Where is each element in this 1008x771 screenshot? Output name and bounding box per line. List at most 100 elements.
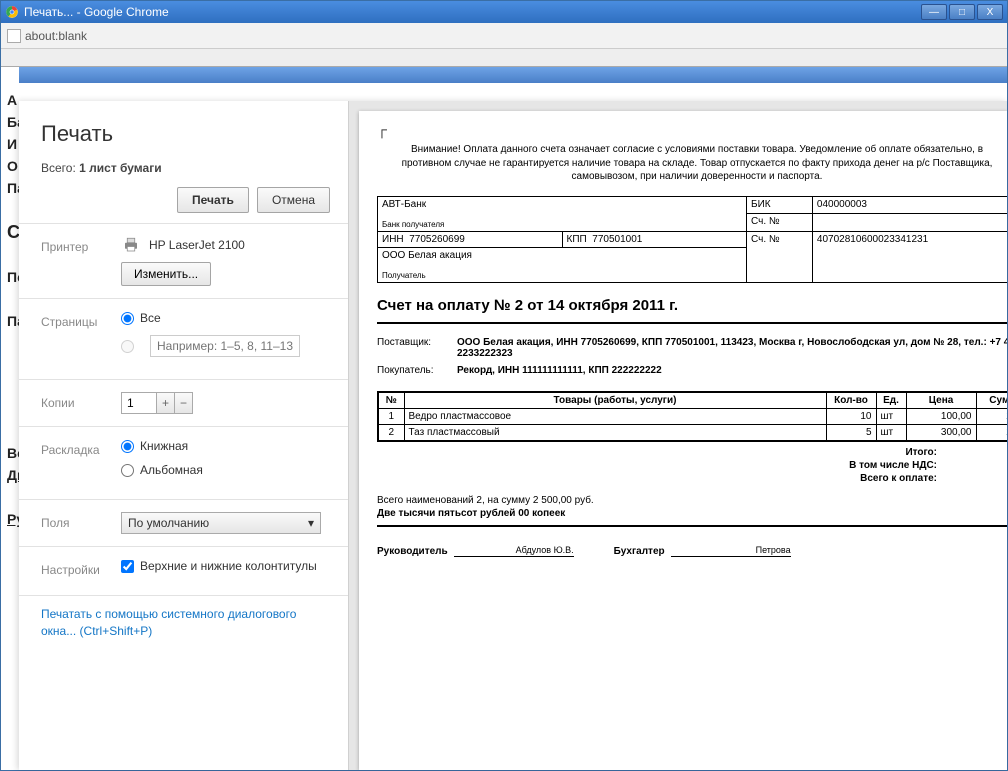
table-row: 2 Таз пластмассовый 5 шт 300,00 1 500 (378, 424, 1007, 441)
printer-name: HP LaserJet 2100 (149, 238, 245, 252)
margins-section: Поля По умолчанию ▾ (19, 499, 348, 546)
org-name: ООО Белая акация (382, 250, 742, 261)
chevron-down-icon: ▾ (308, 516, 314, 530)
kpp-value: 770501001 (592, 234, 642, 245)
minimize-button[interactable]: — (921, 4, 947, 20)
chrome-icon (5, 5, 19, 19)
inn-label: ИНН (382, 234, 404, 245)
copies-label: Копии (41, 392, 121, 410)
sign-right-name: Петрова (671, 545, 791, 557)
vsego-value: 2 500 (977, 473, 1007, 484)
layout-portrait-label: Книжная (140, 439, 188, 453)
print-dialog-overlay: Печать Всего: 1 лист бумаги Печать Отмен… (1, 67, 1007, 770)
address-url[interactable]: about:blank (25, 29, 87, 43)
pages-range-input[interactable] (150, 335, 300, 357)
nds-label: В том числе НДС: (849, 460, 937, 471)
account-value: 40702810600023341231 (812, 231, 1007, 282)
preview-column: ┌ Внимание! Оплата данного счета означае… (349, 101, 1007, 770)
col-price: Цена (906, 392, 976, 409)
headers-label: Верхние и нижние колонтитулы (140, 559, 317, 573)
itogo-value: 2 500 (977, 447, 1007, 458)
sign-left-label: Руководитель (377, 546, 448, 557)
margins-select[interactable]: По умолчанию ▾ (121, 512, 321, 534)
pages-label: Страницы (41, 311, 121, 329)
copies-decrement[interactable]: − (175, 392, 193, 414)
summary-words: Две тысячи пятьсот рублей 00 копеек (377, 508, 1007, 527)
pages-section: Страницы Все (19, 298, 348, 379)
signatures: Руководитель Абдулов Ю.В. Бухгалтер Петр… (377, 527, 1007, 557)
print-dialog-title: Печать (41, 121, 330, 147)
options-label: Настройки (41, 559, 121, 577)
total-prefix: Всего: (41, 161, 79, 175)
printer-icon (121, 236, 141, 254)
print-dialog: Печать Всего: 1 лист бумаги Печать Отмен… (19, 101, 1007, 770)
window-title: Печать... - Google Chrome (24, 5, 921, 19)
print-button[interactable]: Печать (177, 187, 249, 213)
margins-value: По умолчанию (128, 516, 209, 530)
dialog-titlebar[interactable] (19, 67, 1007, 83)
browser-viewport: АБаИОПаСПсПаВсДвРу Печать Всего: 1 лист … (1, 49, 1007, 770)
layout-portrait-radio[interactable] (121, 440, 134, 453)
bik-value: 040000003 (812, 196, 1007, 214)
page-icon (7, 29, 21, 43)
col-unit: Ед. (876, 392, 906, 409)
system-dialog-link[interactable]: Печатать с помощью системного диалоговог… (19, 596, 348, 650)
supplier-label: Поставщик: (377, 337, 457, 359)
print-total: Всего: 1 лист бумаги (41, 161, 330, 175)
preview-page: ┌ Внимание! Оплата данного счета означае… (359, 111, 1007, 770)
total-count: 1 лист бумаги (79, 161, 161, 175)
window-controls: — □ X (921, 4, 1003, 20)
vsego-label: Всего к оплате: (860, 473, 937, 484)
itogo-label: Итого: (905, 447, 937, 458)
parties: Поставщик: ООО Белая акация, ИНН 7705260… (377, 330, 1007, 383)
layout-landscape-radio[interactable] (121, 464, 134, 477)
print-settings-panel: Печать Всего: 1 лист бумаги Печать Отмен… (19, 101, 349, 770)
copies-section: Копии + − (19, 379, 348, 426)
kpp-label: КПП (567, 234, 587, 245)
nds-value: 381 (977, 460, 1007, 471)
bank-label: Банк получателя (382, 220, 742, 229)
layout-landscape-label: Альбомная (140, 463, 203, 477)
window-titlebar[interactable]: Печать... - Google Chrome — □ X (1, 1, 1007, 23)
recipient-label: Получатель (382, 271, 742, 280)
customer-label: Покупатель: (377, 365, 457, 376)
items-table: № Товары (работы, услуги) Кол-во Ед. Цен… (377, 391, 1007, 442)
layout-label: Раскладка (41, 439, 121, 457)
bank-name: АВТ-Банк (382, 199, 742, 210)
layout-landscape-row[interactable]: Альбомная (121, 463, 330, 477)
change-printer-button[interactable]: Изменить... (121, 262, 211, 286)
col-name: Товары (работы, услуги) (404, 392, 826, 409)
totals-block: Итого: 2 500 В том числе НДС: 381 Всего к … (377, 442, 1007, 489)
dialog-buttons: Печать Отмена (41, 187, 330, 213)
bik-label: БИК (747, 196, 813, 214)
customer-value: Рекорд, ИНН 111111111111, КПП 222222222 (457, 365, 1007, 376)
headers-footers-row[interactable]: Верхние и нижние колонтитулы (121, 559, 330, 573)
copies-increment[interactable]: + (157, 392, 175, 414)
invoice-title: Счет на оплату № 2 от 14 октября 2011 г. (377, 283, 1007, 324)
printer-row: HP LaserJet 2100 (121, 236, 330, 254)
maximize-button[interactable]: □ (949, 4, 975, 20)
print-header: Печать Всего: 1 лист бумаги Печать Отмен… (19, 101, 348, 223)
pages-range-row[interactable] (121, 335, 330, 357)
page-corners: ┌ (377, 121, 1007, 137)
copies-input[interactable] (121, 392, 157, 414)
headers-checkbox[interactable] (121, 560, 134, 573)
sch-label-1: Сч. № (747, 214, 813, 232)
pages-range-radio[interactable] (121, 340, 134, 353)
options-section: Настройки Верхние и нижние колонтитулы (19, 546, 348, 596)
close-button[interactable]: X (977, 4, 1003, 20)
inn-value: 7705260699 (409, 234, 465, 245)
col-qty: Кол-во (826, 392, 876, 409)
margins-label: Поля (41, 512, 121, 530)
doc-warning: Внимание! Оплата данного счета означает … (377, 137, 1007, 196)
pages-all-row[interactable]: Все (121, 311, 330, 325)
pages-all-label: Все (140, 311, 161, 325)
pages-all-radio[interactable] (121, 312, 134, 325)
chrome-window: Печать... - Google Chrome — □ X about:bl… (0, 0, 1008, 771)
layout-portrait-row[interactable]: Книжная (121, 439, 330, 453)
cancel-button[interactable]: Отмена (257, 187, 330, 213)
col-sum: Сумма (976, 392, 1007, 409)
printer-label: Принтер (41, 236, 121, 254)
table-row: 1 Ведро пластмассовое 10 шт 100,00 1 000 (378, 408, 1007, 424)
bank-table: АВТ-Банк Банк получателя БИК 040000003 С… (377, 196, 1007, 283)
